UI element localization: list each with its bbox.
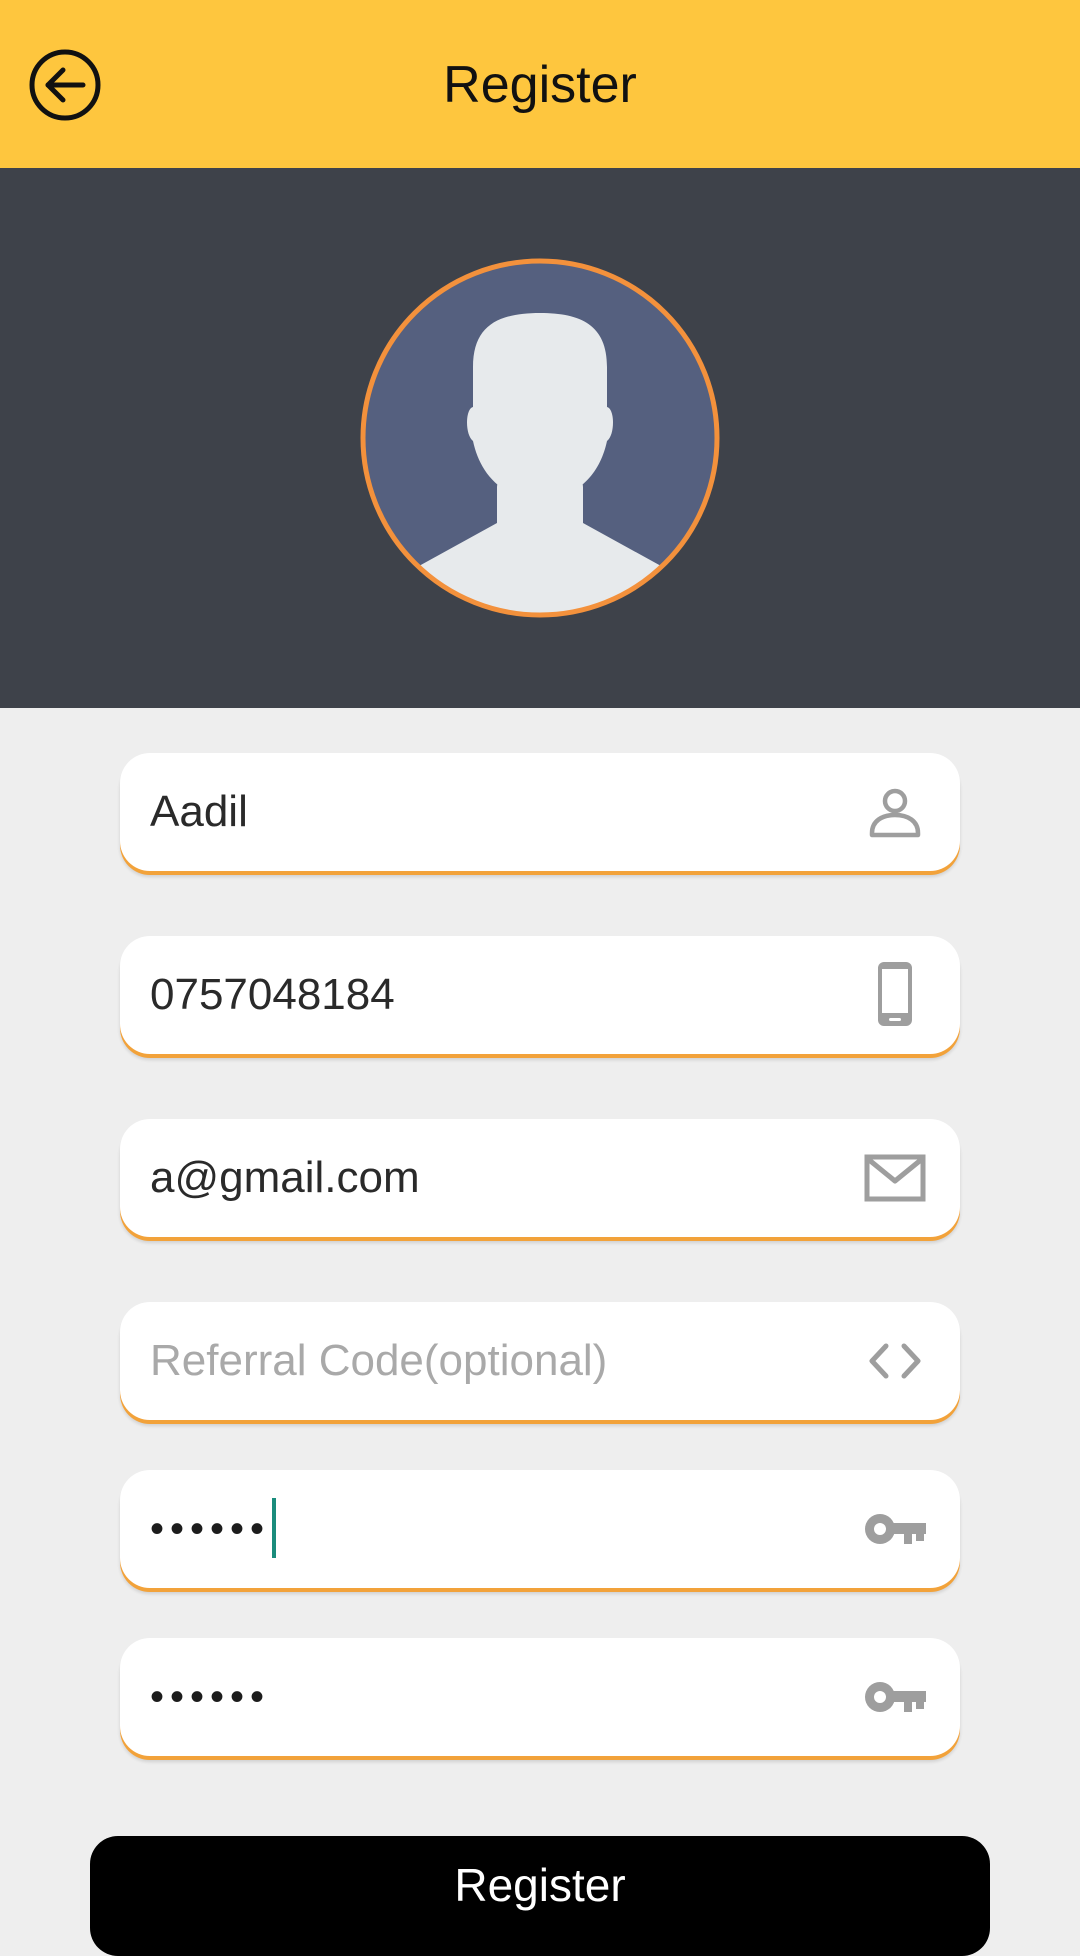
- email-input-value[interactable]: a@gmail.com: [150, 1119, 420, 1237]
- password-dots: ••••••: [150, 1507, 271, 1551]
- name-field[interactable]: Aadil: [120, 753, 960, 871]
- name-input-value[interactable]: Aadil: [150, 753, 248, 871]
- phone-input-value[interactable]: 0757048184: [150, 936, 395, 1054]
- referral-code-field[interactable]: Referral Code(optional): [120, 1302, 960, 1420]
- page-title: Register: [443, 56, 637, 114]
- password-input-value[interactable]: ••••••: [150, 1470, 277, 1588]
- phone-icon: [860, 960, 930, 1030]
- avatar[interactable]: [359, 257, 721, 619]
- password-field[interactable]: ••••••: [120, 1470, 960, 1588]
- phone-field[interactable]: 0757048184: [120, 936, 960, 1054]
- app-bar: Register: [0, 0, 1080, 168]
- key-icon: [860, 1494, 930, 1564]
- text-caret: [272, 1498, 277, 1559]
- email-field[interactable]: a@gmail.com: [120, 1119, 960, 1237]
- mail-icon: [860, 1143, 930, 1213]
- confirm-password-input-value[interactable]: ••••••: [150, 1638, 270, 1756]
- person-icon: [860, 777, 930, 847]
- code-icon: [860, 1326, 930, 1396]
- register-button[interactable]: Register: [90, 1836, 990, 1956]
- referral-code-placeholder[interactable]: Referral Code(optional): [150, 1302, 607, 1420]
- key-icon: [860, 1662, 930, 1732]
- confirm-password-field[interactable]: ••••••: [120, 1638, 960, 1756]
- register-button-label: Register: [454, 1859, 626, 1911]
- user-silhouette-icon: [360, 258, 720, 618]
